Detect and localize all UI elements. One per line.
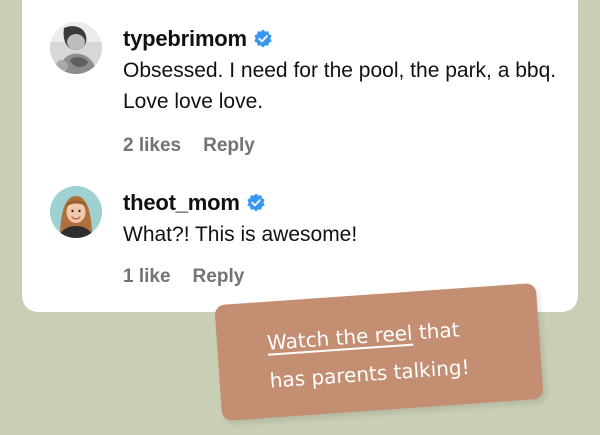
username-row: theot_mom (123, 190, 563, 216)
reply-button[interactable]: Reply (193, 266, 245, 288)
comment-meta: 2 likes Reply (123, 135, 563, 157)
avatar[interactable] (50, 22, 102, 74)
verified-badge-icon (253, 29, 273, 49)
avatar[interactable] (50, 186, 102, 238)
watch-reel-cta-card[interactable]: Watch the reel that has parents talking! (214, 282, 544, 422)
username-link[interactable]: theot_mom (123, 190, 240, 216)
baby-photo-avatar-icon (50, 22, 102, 74)
comment-text: What?! This is awesome! (123, 223, 358, 246)
comment-body: theot_mom What?! This is awesome! 1 like… (123, 190, 563, 288)
cta-text: Watch the reel that has parents talking! (266, 306, 521, 399)
comment-text: Obsessed. I need for the pool, the park,… (123, 59, 557, 113)
reply-button[interactable]: Reply (203, 135, 255, 157)
woman-photo-avatar-icon (50, 186, 102, 238)
cta-text-line2: has parents talking! (268, 354, 471, 393)
comment-body: typebrimom Obsessed. I need for the pool… (123, 26, 563, 157)
watch-reel-link[interactable]: Watch the reel (266, 321, 413, 355)
username-row: typebrimom (123, 26, 563, 52)
verified-badge-icon (246, 193, 266, 213)
cta-text-line1-rest: that (411, 317, 461, 345)
likes-count-link[interactable]: 2 likes (123, 135, 181, 157)
likes-count-link[interactable]: 1 like (123, 266, 171, 288)
page: typebrimom Obsessed. I need for the pool… (0, 0, 600, 435)
username-link[interactable]: typebrimom (123, 26, 247, 52)
